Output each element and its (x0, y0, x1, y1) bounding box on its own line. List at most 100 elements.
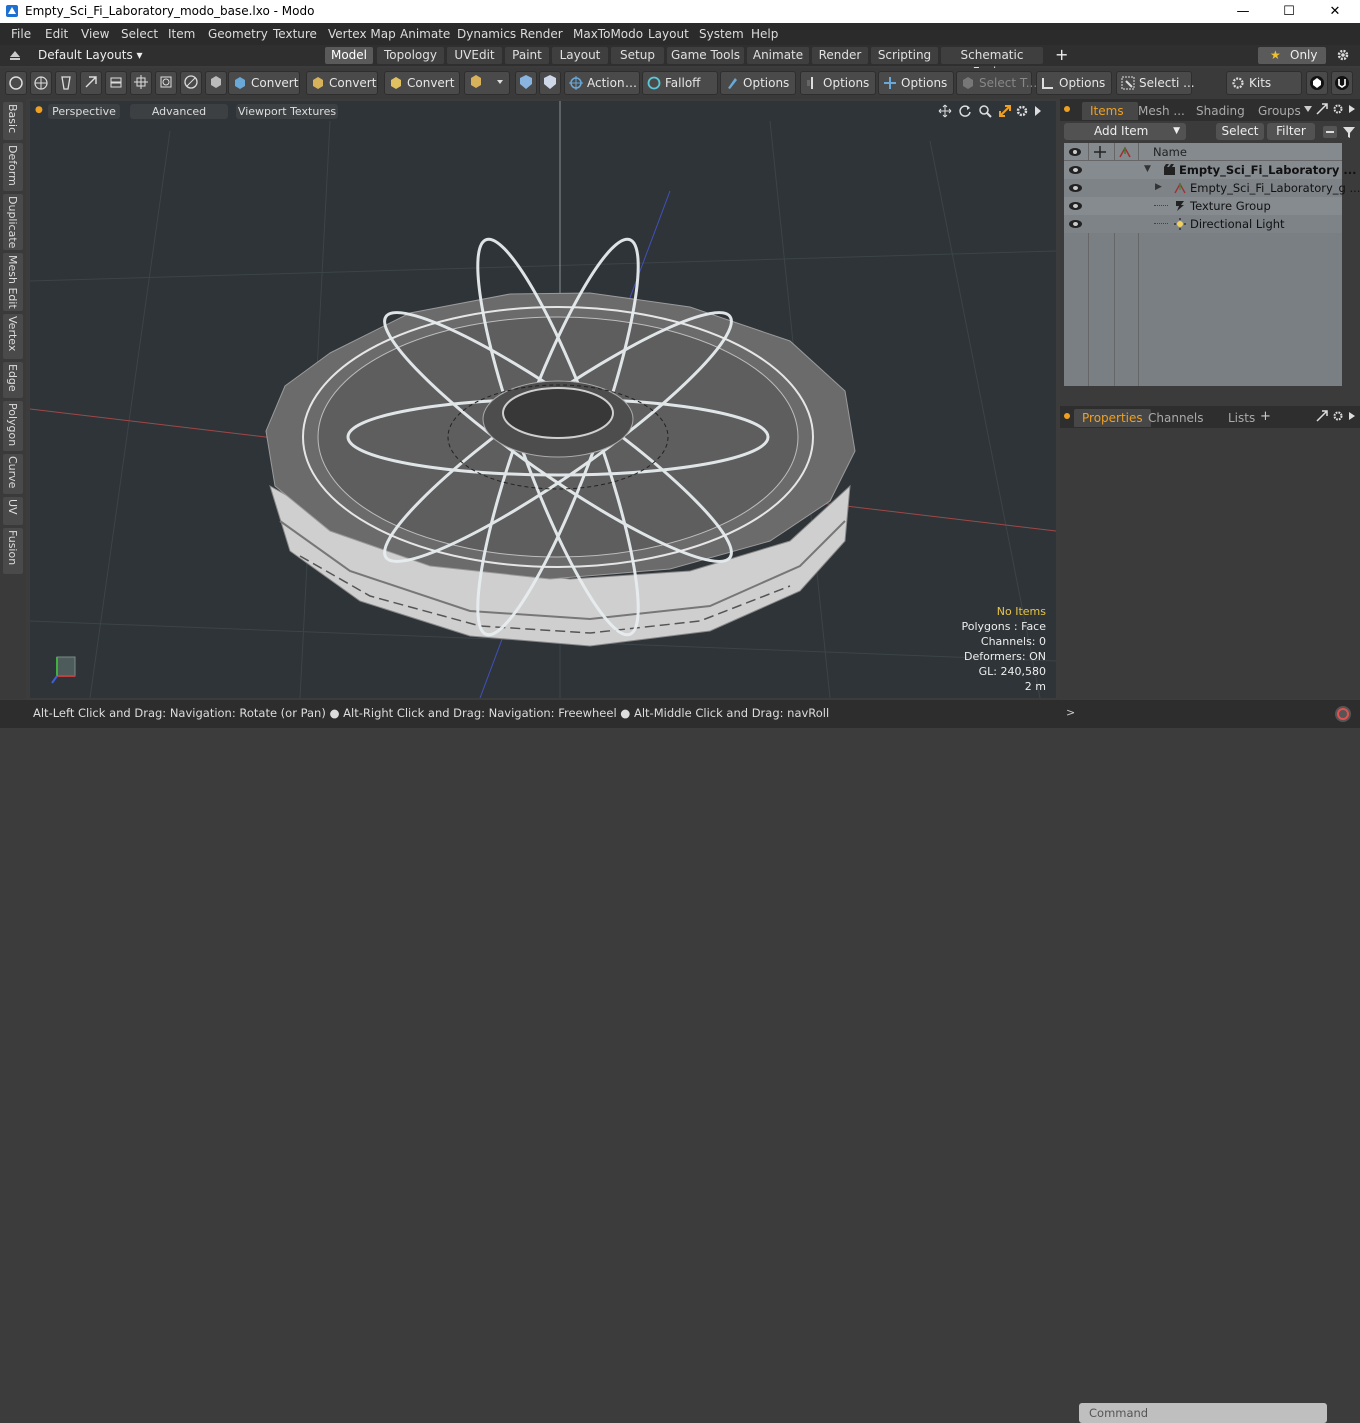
left-tab-curve[interactable]: Curve (3, 454, 23, 494)
eye-icon[interactable] (1069, 220, 1082, 228)
tab-groups[interactable]: Groups (1250, 102, 1309, 120)
left-tab-duplicate[interactable]: Duplicate (3, 194, 23, 250)
menu-animate[interactable]: Animate (400, 27, 450, 41)
tab-mesh[interactable]: Mesh ... (1130, 102, 1193, 120)
center-mode-button[interactable] (155, 71, 177, 95)
convert-button-3[interactable]: Convert (384, 71, 460, 95)
kits-button[interactable]: Kits (1226, 71, 1302, 95)
left-tab-uv[interactable]: UV (3, 497, 23, 525)
minimize-button[interactable]: — (1220, 2, 1266, 21)
tab-lists[interactable]: Lists (1220, 409, 1263, 427)
left-tab-edge[interactable]: Edge (3, 362, 23, 398)
tab-channels[interactable]: Channels (1140, 409, 1212, 427)
tab-model[interactable]: Model (325, 47, 373, 64)
filter-button[interactable]: Filter (1267, 123, 1315, 140)
falloff-button[interactable]: Falloff (642, 71, 718, 95)
select-button[interactable]: Select (1216, 123, 1264, 140)
tab-shading[interactable]: Shading (1188, 102, 1253, 120)
menu-item[interactable]: Item (168, 27, 195, 41)
convert-button-2[interactable]: Convert (306, 71, 378, 95)
panel-arrow-icon[interactable] (1348, 411, 1356, 421)
workplane-options-button[interactable]: Options (878, 71, 954, 95)
menu-edit[interactable]: Edit (45, 27, 68, 41)
select-edges-button[interactable] (30, 71, 52, 95)
tab-paint[interactable]: Paint (505, 47, 549, 64)
menu-help[interactable]: Help (751, 27, 778, 41)
panel-arrow-icon[interactable] (1348, 104, 1356, 114)
expand-arrow-icon[interactable]: ▶ (1155, 182, 1162, 192)
symmetry-button[interactable] (515, 71, 537, 95)
expand-panel-icon[interactable] (1316, 103, 1328, 115)
tab-schematic-fusion[interactable]: Schematic Fusion (941, 47, 1043, 79)
tab-game-tools[interactable]: Game Tools (667, 47, 744, 64)
menu-maxtomodo[interactable]: MaxToModo (573, 27, 643, 41)
snap-options-button[interactable]: Options (1036, 71, 1112, 95)
gear-icon[interactable] (1336, 48, 1350, 62)
material-mode-button[interactable] (105, 71, 127, 95)
perspective-button[interactable]: Perspective (48, 104, 120, 119)
menu-geometry[interactable]: Geometry (208, 27, 268, 41)
list-item-directional-light[interactable]: Directional Light (1064, 215, 1342, 233)
falloff-options-button[interactable]: Options (720, 71, 796, 95)
menu-system[interactable]: System (699, 27, 744, 41)
selection-sets-button[interactable]: Selecti ... (1116, 71, 1195, 95)
unity-button[interactable] (1306, 71, 1328, 95)
panel-gear-icon[interactable] (1332, 103, 1344, 115)
expand-panel-icon[interactable] (1316, 410, 1328, 422)
convert-button-1[interactable]: Convert (228, 71, 300, 95)
eye-icon[interactable] (1069, 184, 1082, 192)
tab-topology[interactable]: Topology (377, 47, 444, 64)
panel-gear-icon[interactable] (1332, 410, 1344, 422)
viewport-textures-button[interactable]: Viewport Textures (236, 104, 338, 119)
menu-texture[interactable]: Texture (273, 27, 317, 41)
list-item-scene[interactable]: ▼ Empty_Sci_Fi_Laboratory ... (1064, 161, 1356, 179)
only-toggle[interactable]: ★ Only (1258, 47, 1326, 64)
close-button[interactable]: ✕ (1312, 2, 1358, 21)
tab-layout[interactable]: Layout (552, 47, 608, 64)
left-tab-deform[interactable]: Deform (3, 143, 23, 191)
3d-viewport[interactable]: ● Perspective Advanced Viewport Textures… (30, 101, 1056, 698)
select-items-button[interactable] (80, 71, 102, 95)
menu-select[interactable]: Select (121, 27, 158, 41)
menu-vertex-map[interactable]: Vertex Map (328, 27, 396, 41)
menu-dynamics[interactable]: Dynamics (457, 27, 516, 41)
tab-setup[interactable]: Setup (611, 47, 664, 64)
pivot-mode-button[interactable] (130, 71, 152, 95)
left-tab-vertex[interactable]: Vertex (3, 314, 23, 359)
unreal-button[interactable] (1331, 71, 1353, 95)
command-input[interactable]: Command (1079, 1403, 1327, 1423)
mesh-shield-button[interactable] (205, 71, 227, 95)
default-layouts-dropdown[interactable]: Default Layouts ▾ (38, 48, 143, 62)
tab-uvedit[interactable]: UVEdit (447, 47, 502, 64)
record-icon[interactable] (1334, 705, 1352, 723)
pan-icon[interactable] (938, 104, 952, 118)
add-tab-button[interactable]: + (1055, 45, 1068, 64)
viewport-menu-arrow-icon[interactable] (1033, 105, 1043, 117)
left-tab-fusion[interactable]: Fusion (3, 528, 23, 574)
zoom-icon[interactable] (978, 104, 992, 118)
tab-scripting[interactable]: Scripting (871, 47, 938, 64)
expand-arrow-icon[interactable]: ▼ (1144, 164, 1151, 174)
list-item-texture-group[interactable]: Texture Group (1064, 197, 1342, 215)
snapping-dropdown[interactable] (464, 71, 510, 95)
collapse-icon[interactable] (1322, 124, 1338, 140)
add-item-button[interactable]: Add Item ▼ (1064, 123, 1186, 140)
edge-mode-button[interactable] (180, 71, 202, 95)
tab-render[interactable]: Render (812, 47, 868, 64)
eye-icon[interactable] (1069, 166, 1082, 174)
tab-animate[interactable]: Animate (747, 47, 809, 64)
layout-toggle-icon[interactable] (9, 50, 21, 61)
left-tab-mesh-edit[interactable]: Mesh Edit (3, 253, 23, 311)
workplane-button[interactable] (539, 71, 561, 95)
list-item-mesh[interactable]: ▶ Empty_Sci_Fi_Laboratory_g ... (1064, 179, 1360, 197)
maximize-viewport-icon[interactable] (998, 104, 1012, 118)
tab-overflow-icon[interactable] (1304, 106, 1312, 112)
menu-render[interactable]: Render (520, 27, 563, 41)
funnel-icon[interactable] (1341, 124, 1357, 140)
symmetry-options-button[interactable]: Options (800, 71, 876, 95)
left-tab-polygon[interactable]: Polygon (3, 401, 23, 451)
maximize-button[interactable]: ☐ (1266, 2, 1312, 21)
menu-layout[interactable]: Layout (648, 27, 689, 41)
eye-icon[interactable] (1069, 202, 1082, 210)
rotate-icon[interactable] (958, 104, 972, 118)
